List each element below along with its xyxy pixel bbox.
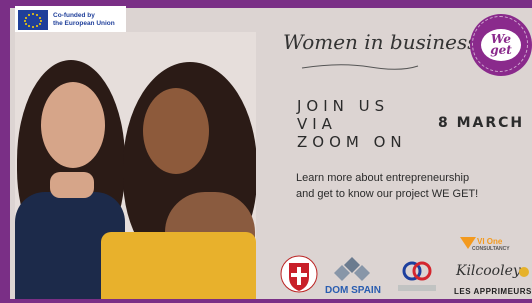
face-right: [143, 88, 209, 174]
eu-flag-icon: [18, 9, 48, 30]
chamber-logo-icon: [402, 261, 432, 281]
eu-cofunded-badge: Co-funded by the European Union: [15, 6, 126, 33]
dom-spain-icon: [334, 257, 370, 281]
join-line1: JOIN US: [297, 97, 390, 115]
women-photo: [15, 32, 256, 299]
we-get-logo-ring: [472, 16, 528, 72]
event-date: 8 MARCH: [438, 115, 525, 131]
les-apprimeurs-label: LES APPRIMEURS: [454, 287, 532, 296]
face-left: [41, 82, 105, 168]
description-line1: Learn more about entrepreneurship: [296, 172, 470, 184]
join-us-text: JOIN US VIA ZOOM ON: [297, 97, 407, 151]
kilcooley-label: Kilcooley: [456, 263, 521, 279]
institute-shield-icon: [280, 255, 318, 293]
title-underline: [301, 64, 419, 70]
kilcooley-icon: [519, 267, 529, 277]
vi-one-label: VI One: [477, 237, 503, 246]
chamber-logo-caption: [398, 285, 436, 291]
dom-spain-label: DOM SPAIN: [325, 285, 381, 296]
description-line2: and get to know our project WE GET!: [296, 188, 479, 200]
event-description: Learn more about entrepreneurship and ge…: [296, 170, 532, 202]
page-title: Women in business: [283, 30, 478, 54]
join-line2: VIA: [297, 115, 337, 133]
join-line3: ZOOM ON: [297, 133, 407, 151]
eu-text-line2: the European Union: [53, 19, 115, 27]
partner-logos: DOM SPAIN VI One CONSULTANCY Kilcooley L…: [276, 235, 532, 299]
top-right-yellow: [101, 232, 256, 299]
eu-text-line1: Co-funded by: [53, 11, 95, 19]
vi-one-sub: CONSULTANCY: [472, 246, 510, 252]
neck-left: [50, 172, 94, 198]
